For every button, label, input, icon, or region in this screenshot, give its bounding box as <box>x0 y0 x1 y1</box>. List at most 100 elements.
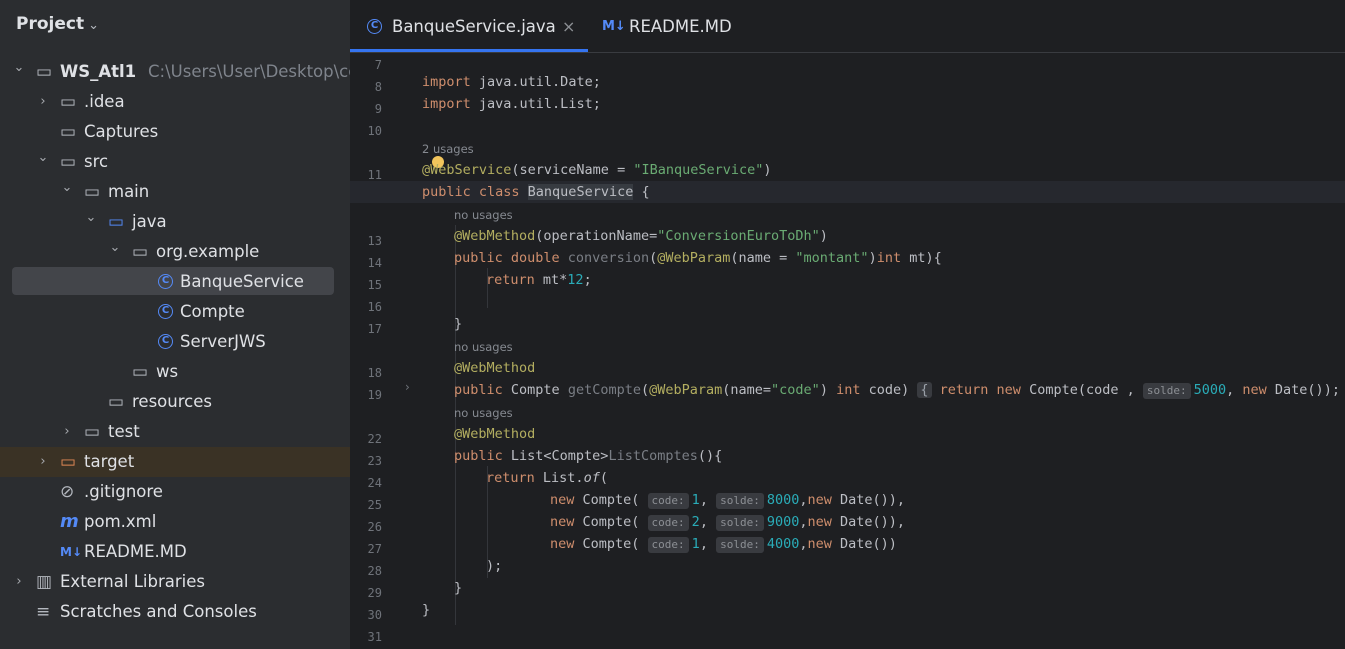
tree-item-external-libraries[interactable]: › ▥ External Libraries <box>0 567 350 597</box>
line-number: 18 <box>367 366 382 380</box>
usages-hint[interactable]: no usages <box>454 340 513 354</box>
tree-item-label: main <box>108 182 150 201</box>
code-line-26: new Compte( code: 2, solde: 9000,new Date(… <box>550 514 906 531</box>
line-number: 23 <box>367 454 382 468</box>
tab-readme[interactable]: M↓ README.MD <box>602 0 752 52</box>
tree-item-label: pom.xml <box>84 512 157 531</box>
source-folder-icon: ▭ <box>108 212 125 232</box>
chevron-right-icon[interactable]: › <box>60 417 74 447</box>
line-number: 28 <box>367 564 382 578</box>
package-icon: ▭ <box>132 242 149 262</box>
line-number: 30 <box>367 608 382 622</box>
code-line-13: @WebMethod(operationName="ConversionEuro… <box>454 228 828 244</box>
line-number: 27 <box>367 542 382 556</box>
code-line-24: return List.of( <box>486 470 608 486</box>
code-line-17: } <box>454 316 463 332</box>
folder-icon: ▭ <box>84 422 101 442</box>
line-number: 15 <box>367 278 382 292</box>
tree-item-label: External Libraries <box>60 572 205 591</box>
chevron-right-icon[interactable]: › <box>36 87 50 117</box>
folder-icon: ▭ <box>84 182 101 202</box>
code-line-11: @WebService(serviceName = "IBanqueServic… <box>422 162 772 178</box>
line-number: 14 <box>367 256 382 270</box>
chevron-right-icon[interactable]: › <box>36 447 50 477</box>
folder-icon: ▭ <box>60 122 77 142</box>
line-number: 19 <box>367 388 382 402</box>
tree-item-idea[interactable]: › ▭ .idea <box>0 87 350 117</box>
ignore-file-icon: ⊘ <box>60 482 75 502</box>
tree-item-label: org.example <box>156 242 260 261</box>
chevron-down-icon[interactable]: ⌄ <box>60 173 74 203</box>
tree-item-compte[interactable]: C Compte <box>0 297 350 327</box>
indent-guide <box>455 225 456 625</box>
libraries-icon: ▥ <box>36 572 53 592</box>
tree-item-label: Scratches and Consoles <box>60 602 257 621</box>
class-icon: C <box>158 274 173 289</box>
chevron-down-icon[interactable]: ⌄ <box>108 233 122 263</box>
folder-icon: ▭ <box>60 152 77 172</box>
tree-item-serverjws[interactable]: C ServerJWS <box>0 327 350 357</box>
excluded-folder-icon: ▭ <box>60 452 77 472</box>
tree-item-label: test <box>108 422 140 441</box>
usages-hint[interactable]: no usages <box>454 208 513 222</box>
tree-item-label: Captures <box>84 122 159 141</box>
line-number: 31 <box>367 630 382 644</box>
code-line-9: import java.util.List; <box>422 96 601 112</box>
chevron-down-icon[interactable]: ⌄ <box>36 143 50 173</box>
line-number: 9 <box>374 102 382 116</box>
line-number: 7 <box>374 58 382 72</box>
tree-item-src[interactable]: ⌄ ▭ src <box>0 147 350 177</box>
tree-item-captures[interactable]: ▭ Captures <box>0 117 350 147</box>
code-editor: C BanqueService.java × M↓ README.MD 7 8 9 1… <box>350 0 1345 649</box>
tree-item-target[interactable]: › ▭ target <box>0 447 350 477</box>
class-icon: C <box>367 19 382 34</box>
tree-item-label: target <box>84 452 135 471</box>
usages-hint[interactable]: 2 usages <box>422 142 474 156</box>
code-line-18: @WebMethod <box>454 360 536 376</box>
usages-hint[interactable]: no usages <box>454 406 513 420</box>
tree-item-label: .gitignore <box>84 482 163 501</box>
line-number: 26 <box>367 520 382 534</box>
tree-item-label: ws <box>156 362 179 381</box>
tree-item-ws[interactable]: ▭ ws <box>0 357 350 387</box>
tree-item-org-example[interactable]: ⌄ ▭ org.example <box>0 237 350 267</box>
tree-item-banqueservice[interactable]: C BanqueService <box>0 267 350 297</box>
code-line-15: return mt*12; <box>486 272 592 288</box>
chevron-down-icon[interactable]: ⌄ <box>88 18 99 33</box>
tree-item-ws-atl1[interactable]: ⌄ ▭ WS_Atl1 C:\Users\User\Desktop\co <box>0 57 350 87</box>
line-number: 11 <box>367 168 382 182</box>
close-tab-icon[interactable]: × <box>562 0 575 54</box>
line-number: 22 <box>367 432 382 446</box>
chevron-down-icon[interactable]: ⌄ <box>12 53 26 83</box>
line-number: 13 <box>367 234 382 248</box>
tree-item-scratches-and-consoles[interactable]: ≡ Scratches and Consoles <box>0 597 350 627</box>
tree-item-resources[interactable]: ▭ resources <box>0 387 350 417</box>
scratches-icon: ≡ <box>36 602 51 622</box>
module-folder-icon: ▭ <box>36 62 53 82</box>
resources-folder-icon: ▭ <box>108 392 125 412</box>
code-line-12: public class BanqueService { <box>422 184 650 200</box>
tab-banqueservice[interactable]: C BanqueService.java × <box>350 0 588 52</box>
tree-item-gitignore[interactable]: ⊘ .gitignore <box>0 477 350 507</box>
chevron-down-icon[interactable]: ⌄ <box>84 203 98 233</box>
tree-item-label: ServerJWS <box>180 332 266 351</box>
project-view-header[interactable]: Project ⌄ <box>16 14 99 34</box>
fold-arrow-icon[interactable]: › <box>405 380 410 394</box>
line-number: 29 <box>367 586 382 600</box>
tree-item-label: .idea <box>84 92 125 111</box>
tree-item-java[interactable]: ⌄ ▭ java <box>0 207 350 237</box>
class-icon: C <box>158 334 173 349</box>
tree-item-label: WS_Atl1 <box>60 62 137 81</box>
tab-label: README.MD <box>629 17 732 36</box>
tree-item-readme-md[interactable]: M↓ README.MD <box>0 537 350 567</box>
maven-icon: m <box>60 511 79 532</box>
chevron-right-icon[interactable]: › <box>12 567 26 597</box>
line-number: 16 <box>367 300 382 314</box>
tree-item-pom-xml[interactable]: m pom.xml <box>0 507 350 537</box>
line-number: 25 <box>367 498 382 512</box>
tree-item-main[interactable]: ⌄ ▭ main <box>0 177 350 207</box>
editor-tab-bar: C BanqueService.java × M↓ README.MD <box>350 0 1345 53</box>
tree-item-test[interactable]: › ▭ test <box>0 417 350 447</box>
code-line-19: public Compte getCompte(@WebParam(name="… <box>454 382 1345 399</box>
code-line-23: public List<Compte>ListComptes(){ <box>454 448 723 464</box>
